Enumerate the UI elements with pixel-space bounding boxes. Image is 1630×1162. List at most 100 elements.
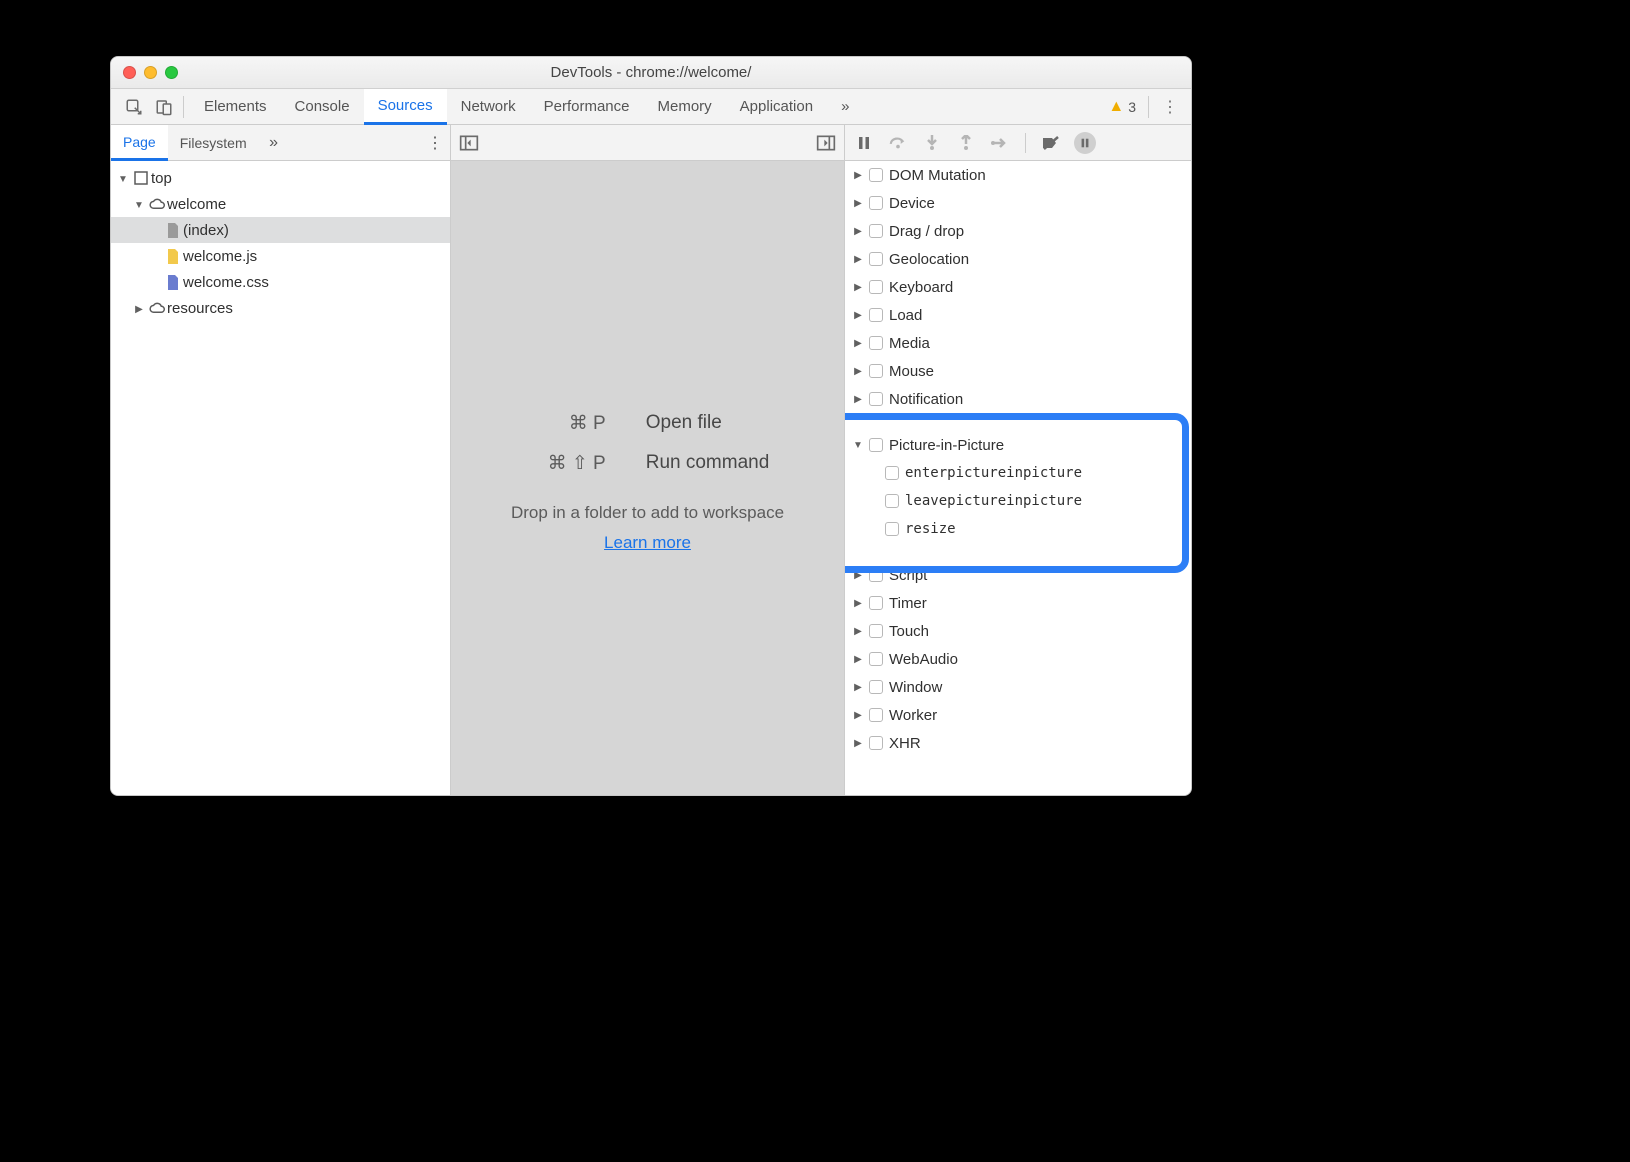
inspect-element-icon[interactable] [119, 89, 149, 125]
tree-item-resources[interactable]: resources [111, 295, 450, 321]
bp-category[interactable]: ▶ Touch [845, 617, 1191, 645]
step-icon[interactable] [989, 137, 1011, 149]
bp-category[interactable]: ▶WebAudio [845, 645, 1191, 673]
bp-label: Touch [889, 623, 929, 640]
bp-item[interactable]: resize [881, 515, 1191, 543]
bp-item[interactable]: leavepictureinpicture [881, 487, 1191, 515]
bp-category-pip[interactable]: ▼ Picture-in-Picture [845, 431, 1191, 459]
bp-category[interactable]: ▶Device [845, 189, 1191, 217]
chevron-down-icon [131, 197, 147, 211]
checkbox[interactable] [869, 596, 883, 610]
tree-item-welcome-js[interactable]: welcome.js [111, 243, 450, 269]
deactivate-breakpoints-icon[interactable] [1040, 136, 1062, 150]
bp-category[interactable]: ▶Timer [845, 589, 1191, 617]
subtab-filesystem[interactable]: Filesystem [168, 125, 259, 161]
checkbox[interactable] [885, 522, 899, 536]
run-command-hint: ⌘ ⇧ P Run command [526, 443, 770, 483]
checkbox[interactable] [885, 466, 899, 480]
checkbox[interactable] [869, 336, 883, 350]
drop-hint: Drop in a folder to add to workspace [511, 503, 784, 523]
bp-category[interactable]: ▶Keyboard [845, 273, 1191, 301]
bp-label: Worker [889, 707, 937, 724]
bp-label: Picture-in-Picture [889, 437, 1004, 454]
bp-label: Device [889, 195, 935, 212]
tab-sources[interactable]: Sources [364, 89, 447, 125]
separator [1025, 133, 1026, 153]
checkbox[interactable] [869, 438, 883, 452]
checkbox[interactable] [869, 196, 883, 210]
pause-icon[interactable] [853, 136, 875, 150]
bp-category[interactable]: ▶XHR [845, 729, 1191, 757]
kebab-menu-icon[interactable]: ⋮ [1155, 89, 1185, 125]
checkbox[interactable] [869, 224, 883, 238]
tab-network[interactable]: Network [447, 89, 530, 125]
tab-application[interactable]: Application [726, 89, 827, 125]
checkbox[interactable] [869, 308, 883, 322]
learn-more-link[interactable]: Learn more [604, 533, 691, 553]
tab-console[interactable]: Console [281, 89, 364, 125]
bp-label: Drag / drop [889, 223, 964, 240]
checkbox[interactable] [869, 168, 883, 182]
bp-label: Timer [889, 595, 927, 612]
checkbox[interactable] [869, 624, 883, 638]
bp-label: WebAudio [889, 651, 958, 668]
subtab-page[interactable]: Page [111, 125, 168, 161]
tree-item-index[interactable]: (index) [111, 217, 450, 243]
tree-item-welcome[interactable]: welcome [111, 191, 450, 217]
debugger-toolbar [845, 125, 1191, 160]
checkbox[interactable] [869, 708, 883, 722]
checkbox[interactable] [885, 494, 899, 508]
bp-category[interactable]: ▶Worker [845, 701, 1191, 729]
tab-memory[interactable]: Memory [644, 89, 726, 125]
bp-category[interactable]: ▶Media [845, 329, 1191, 357]
window-title: DevTools - chrome://welcome/ [111, 64, 1191, 81]
tree-item-welcome-css[interactable]: welcome.css [111, 269, 450, 295]
document-icon [163, 223, 183, 238]
separator [183, 96, 184, 118]
checkbox[interactable] [869, 280, 883, 294]
checkbox[interactable] [869, 364, 883, 378]
bp-label: Geolocation [889, 251, 969, 268]
bp-category[interactable]: ▶Mouse [845, 357, 1191, 385]
devtools-window: DevTools - chrome://welcome/ Elements Co… [110, 56, 1192, 796]
checkbox[interactable] [869, 736, 883, 750]
checkbox[interactable] [869, 252, 883, 266]
separator [1148, 96, 1149, 118]
pause-on-exceptions-icon[interactable] [1074, 132, 1096, 154]
js-file-icon [163, 249, 183, 264]
bp-category[interactable]: ▶Script [845, 561, 1191, 589]
titlebar: DevTools - chrome://welcome/ [111, 57, 1191, 89]
show-navigator-icon[interactable] [459, 134, 479, 152]
show-debugger-icon[interactable] [816, 134, 836, 152]
bp-category[interactable]: ▶Notification [845, 385, 1191, 413]
checkbox[interactable] [869, 392, 883, 406]
tab-elements[interactable]: Elements [190, 89, 281, 125]
bp-label: Notification [889, 391, 963, 408]
checkbox[interactable] [869, 568, 883, 582]
bp-label: resize [905, 521, 956, 537]
chevron-right-icon: ▶ [851, 626, 865, 637]
step-into-icon[interactable] [921, 135, 943, 151]
bp-category[interactable]: ▶DOM Mutation [845, 161, 1191, 189]
tree-item-top[interactable]: top [111, 165, 450, 191]
bp-category[interactable]: ▶Geolocation [845, 245, 1191, 273]
step-over-icon[interactable] [887, 136, 909, 150]
bp-category[interactable]: ▶Load [845, 301, 1191, 329]
step-out-icon[interactable] [955, 135, 977, 151]
tabs-overflow[interactable]: » [827, 89, 863, 125]
navigator-more-icon[interactable]: ⋮ [420, 133, 450, 153]
shortcut: ⌘ P [526, 412, 606, 435]
checkbox[interactable] [869, 680, 883, 694]
chevron-down-icon: ▼ [851, 440, 865, 451]
tab-performance[interactable]: Performance [530, 89, 644, 125]
bp-category[interactable]: ▶Drag / drop [845, 217, 1191, 245]
bp-label: leavepictureinpicture [905, 493, 1082, 509]
checkbox[interactable] [869, 652, 883, 666]
device-toolbar-icon[interactable] [149, 89, 179, 125]
bp-item[interactable]: enterpictureinpicture [881, 459, 1191, 487]
subtabs-overflow[interactable]: » [259, 134, 289, 152]
warnings-badge[interactable]: ▲ 3 [1102, 98, 1142, 116]
bp-category[interactable]: ▶Window [845, 673, 1191, 701]
tree-label: welcome.css [183, 274, 269, 291]
tree-label: welcome [167, 196, 226, 213]
